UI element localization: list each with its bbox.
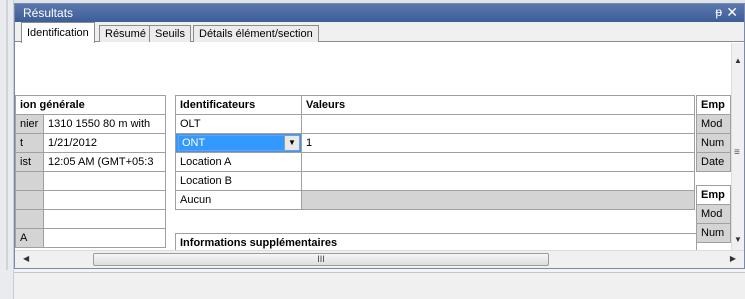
general-info-header: ion générale <box>15 95 166 115</box>
tab-identification[interactable]: Identification <box>21 22 95 43</box>
table-cell-key: A <box>15 228 44 248</box>
table-row: Date <box>696 152 731 172</box>
table-cell-key: t <box>15 133 44 153</box>
value-cell[interactable] <box>301 114 695 134</box>
identifiers-header: Identificateurs <box>175 95 302 115</box>
emp-row-label: Mod <box>696 204 731 224</box>
vertical-scrollbar[interactable]: ▲ ≡ ▼ <box>731 43 744 250</box>
horizontal-scrollbar[interactable]: ◀ III ▶ <box>15 250 744 268</box>
emp-row-label: Mod <box>696 114 731 134</box>
table-cell-value[interactable] <box>43 190 166 210</box>
table-row: Mod <box>696 114 731 134</box>
table-cell-key <box>15 171 44 191</box>
scroll-grip-icon: ≡ <box>734 147 740 158</box>
identifier-cell[interactable]: Location B <box>175 171 302 191</box>
close-icon[interactable]: ✕ <box>726 4 738 21</box>
table-cell-value[interactable]: 12:05 AM (GMT+05:3 <box>43 152 166 172</box>
table-cell-key: nier <box>15 114 44 134</box>
table-cell-key: ist <box>15 152 44 172</box>
emp-table-1: Emp Mod Num Date <box>696 95 731 172</box>
identifier-cell[interactable]: OLT <box>175 114 302 134</box>
scroll-right-icon[interactable]: ▶ <box>730 254 736 263</box>
left-dock-gutter <box>0 0 14 299</box>
table-row: nier 1310 1550 80 m with <box>15 114 166 134</box>
identifier-dropdown-cell[interactable]: ONT ▼ <box>175 133 302 153</box>
splitter-grip[interactable] <box>6 0 8 270</box>
table-cell-value[interactable] <box>43 209 166 229</box>
scroll-down-icon[interactable]: ▼ <box>734 235 742 244</box>
status-bar <box>14 272 745 299</box>
table-row <box>15 190 166 210</box>
table-row: t 1/21/2012 <box>15 133 166 153</box>
value-cell[interactable] <box>301 171 695 191</box>
value-cell[interactable] <box>301 152 695 172</box>
table-cell-key <box>15 190 44 210</box>
dropdown-selected-value: ONT <box>182 137 206 149</box>
table-row <box>15 171 166 191</box>
table-row: Aucun <box>175 190 695 210</box>
table-cell-value[interactable]: 1/21/2012 <box>43 133 166 153</box>
pin-icon[interactable]: ᵽ <box>715 5 722 19</box>
table-row: Location A <box>175 152 695 172</box>
value-cell[interactable]: 1 <box>301 133 695 153</box>
panel-title: Résultats <box>23 6 74 20</box>
tab-strip: Identification Résumé Seuils Détails élé… <box>15 22 744 43</box>
table-row: Num <box>696 223 731 243</box>
additional-info-table: Informations supplémentaires <box>175 233 697 250</box>
emp-header: Emp <box>696 95 731 115</box>
table-row: Num <box>696 133 731 153</box>
scroll-left-icon[interactable]: ◀ <box>23 254 29 263</box>
table-cell-value[interactable] <box>43 171 166 191</box>
value-cell <box>301 190 695 210</box>
emp-row-label: Date <box>696 152 731 172</box>
results-panel: Résultats ᵽ ✕ Identification Résumé Seui… <box>14 3 745 269</box>
scroll-up-icon[interactable]: ▲ <box>734 56 742 65</box>
table-row: OLT <box>175 114 695 134</box>
identifier-cell[interactable]: Location A <box>175 152 302 172</box>
emp-row-label: Num <box>696 223 731 243</box>
table-row: A <box>15 228 166 248</box>
additional-info-header: Informations supplémentaires <box>175 233 697 250</box>
emp-row-label: Num <box>696 133 731 153</box>
scroll-thumb-grip-icon: III <box>317 254 325 264</box>
table-row: Mod <box>696 204 731 224</box>
identifiers-table: Identificateurs Valeurs OLT ONT ▼ 1 Loca… <box>175 95 695 210</box>
chevron-down-icon[interactable]: ▼ <box>284 136 299 150</box>
table-cell-value[interactable] <box>43 228 166 248</box>
identification-content: ion générale nier 1310 1550 80 m with t … <box>15 43 731 250</box>
table-row: ONT ▼ 1 <box>175 133 695 153</box>
table-row: ist 12:05 AM (GMT+05:3 <box>15 152 166 172</box>
emp-table-2: Emp Mod Num <box>696 185 731 243</box>
table-row: Location B <box>175 171 695 191</box>
table-row <box>15 209 166 229</box>
tab-resume[interactable]: Résumé <box>99 25 152 42</box>
table-cell-key <box>15 209 44 229</box>
identifier-dropdown[interactable]: ONT ▼ <box>178 135 300 151</box>
tab-seuils[interactable]: Seuils <box>149 25 191 42</box>
panel-titlebar: Résultats ᵽ ✕ <box>15 4 744 22</box>
identifier-cell[interactable]: Aucun <box>175 190 302 210</box>
horizontal-scroll-thumb[interactable]: III <box>93 253 549 266</box>
emp-header: Emp <box>696 185 731 205</box>
general-info-table: ion générale nier 1310 1550 80 m with t … <box>15 95 166 248</box>
tab-details-element-section[interactable]: Détails élément/section <box>193 25 319 42</box>
table-cell-value[interactable]: 1310 1550 80 m with <box>43 114 166 134</box>
values-header: Valeurs <box>301 95 695 115</box>
